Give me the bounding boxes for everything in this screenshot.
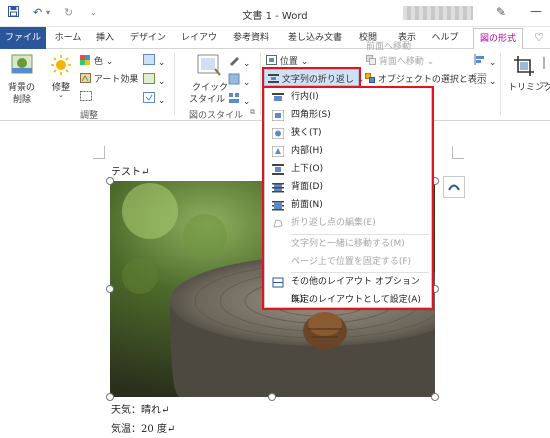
picture-border-icon[interactable]: ⌄: [228, 54, 250, 69]
corrections-dropdown-icon[interactable]: ⌄: [58, 91, 64, 99]
artistic-effects-label: アート効果: [93, 75, 139, 85]
dialog-launcher-icon[interactable]: ⧉: [250, 108, 255, 117]
change-picture-icon[interactable]: ⌄: [143, 73, 165, 87]
ribbon-separator: [174, 53, 175, 115]
layout-options-icon: [448, 184, 460, 191]
highlight-wrap-text-button: [262, 67, 361, 88]
document-line-2[interactable]: 天気：晴れ↵: [111, 401, 169, 416]
lightbulb-icon[interactable]: ♡: [532, 27, 546, 49]
document-line-3[interactable]: 気温：20 度↵: [111, 420, 175, 435]
position-button[interactable]: 位置 ⌄: [266, 54, 308, 68]
tab-file[interactable]: ファイル: [0, 27, 46, 49]
ribbon-tabs: ファイル ホーム 挿入 デザイン レイアウト 参考資料 差し込み文書 校閲 表示…: [0, 27, 550, 65]
tab-insert[interactable]: 挿入: [92, 27, 118, 49]
highlight-wrap-text-menu: [262, 86, 434, 310]
ribbon-separator: [500, 53, 501, 115]
tab-references[interactable]: 参考資料: [230, 27, 272, 49]
adjust-group-label: 調整: [80, 111, 99, 121]
position-label: 位置: [279, 57, 298, 67]
tab-layout[interactable]: レイアウト: [178, 27, 220, 65]
send-backward-button[interactable]: 背面へ移動 ⌄: [366, 54, 434, 68]
picture-effects-icon[interactable]: ⌄: [228, 73, 250, 88]
color-button[interactable]: 色 ⌄: [80, 54, 113, 68]
height-icon[interactable]: [540, 57, 548, 72]
margin-mark: [452, 146, 453, 158]
resize-handle-bottom-right[interactable]: [431, 393, 439, 401]
tab-mailings[interactable]: 差し込み文書: [286, 27, 344, 49]
minimize-button[interactable]: —: [530, 4, 542, 18]
selection-pane-button[interactable]: オブジェクトの選択と表示: [365, 72, 486, 86]
tab-picture-format[interactable]: 図の形式: [473, 28, 523, 50]
align-icon[interactable]: ⌄: [474, 54, 496, 68]
width-icon[interactable]: [540, 78, 548, 91]
ribbon-separator: [260, 53, 261, 115]
color-label: 色: [93, 57, 103, 67]
title-bar: ↶ ▾ ↻ ⌄ 文書 1 - Word ✎ —: [0, 0, 550, 27]
send-backward-icon: [366, 55, 376, 68]
resize-handle-bottom-left[interactable]: [106, 393, 114, 401]
margin-mark: [452, 158, 464, 159]
reset-picture-icon[interactable]: ⌄: [143, 92, 165, 106]
transparency-icon[interactable]: [80, 91, 92, 104]
tab-design[interactable]: デザイン: [127, 27, 169, 49]
account-area[interactable]: [403, 6, 473, 20]
corrections-icon[interactable]: [50, 54, 72, 75]
bring-forward-label: 前面へ移動: [366, 42, 412, 52]
tab-home[interactable]: ホーム: [52, 27, 84, 49]
remove-background-icon[interactable]: [11, 54, 33, 74]
artistic-effects-button[interactable]: アート効果 ⌄: [80, 72, 149, 86]
selection-pane-icon: [365, 73, 375, 86]
resize-handle-bottom-middle[interactable]: [268, 393, 276, 401]
picture-layout-icon[interactable]: ⌄: [228, 92, 250, 107]
document-line-1[interactable]: テスト↵: [111, 163, 149, 178]
send-backward-label: 背面へ移動: [378, 57, 424, 67]
crop-icon[interactable]: [513, 55, 535, 77]
group-objects-icon[interactable]: ⌄: [474, 73, 496, 87]
quick-styles-icon[interactable]: [196, 53, 222, 77]
tab-help[interactable]: ヘルプ: [429, 27, 461, 49]
pen-icon[interactable]: ✎: [496, 5, 506, 19]
bring-forward-button[interactable]: 前面へ移動: [366, 39, 411, 52]
color-icon: [80, 55, 91, 68]
artistic-effects-icon: [80, 73, 91, 86]
margin-mark: [104, 146, 105, 158]
margin-mark: [93, 158, 105, 159]
remove-background-label-2[interactable]: 削除: [13, 92, 31, 105]
picture-styles-group-label: 図のスタイル: [189, 111, 244, 121]
resize-handle-middle-left[interactable]: [106, 285, 114, 293]
quick-styles-label-2-text: スタイル: [189, 95, 226, 105]
layout-options-button[interactable]: [443, 176, 465, 198]
selection-pane-label: オブジェクトの選択と表示: [377, 75, 486, 85]
resize-handle-top-left[interactable]: [106, 177, 114, 185]
compress-pictures-icon[interactable]: ⌄: [143, 54, 165, 68]
